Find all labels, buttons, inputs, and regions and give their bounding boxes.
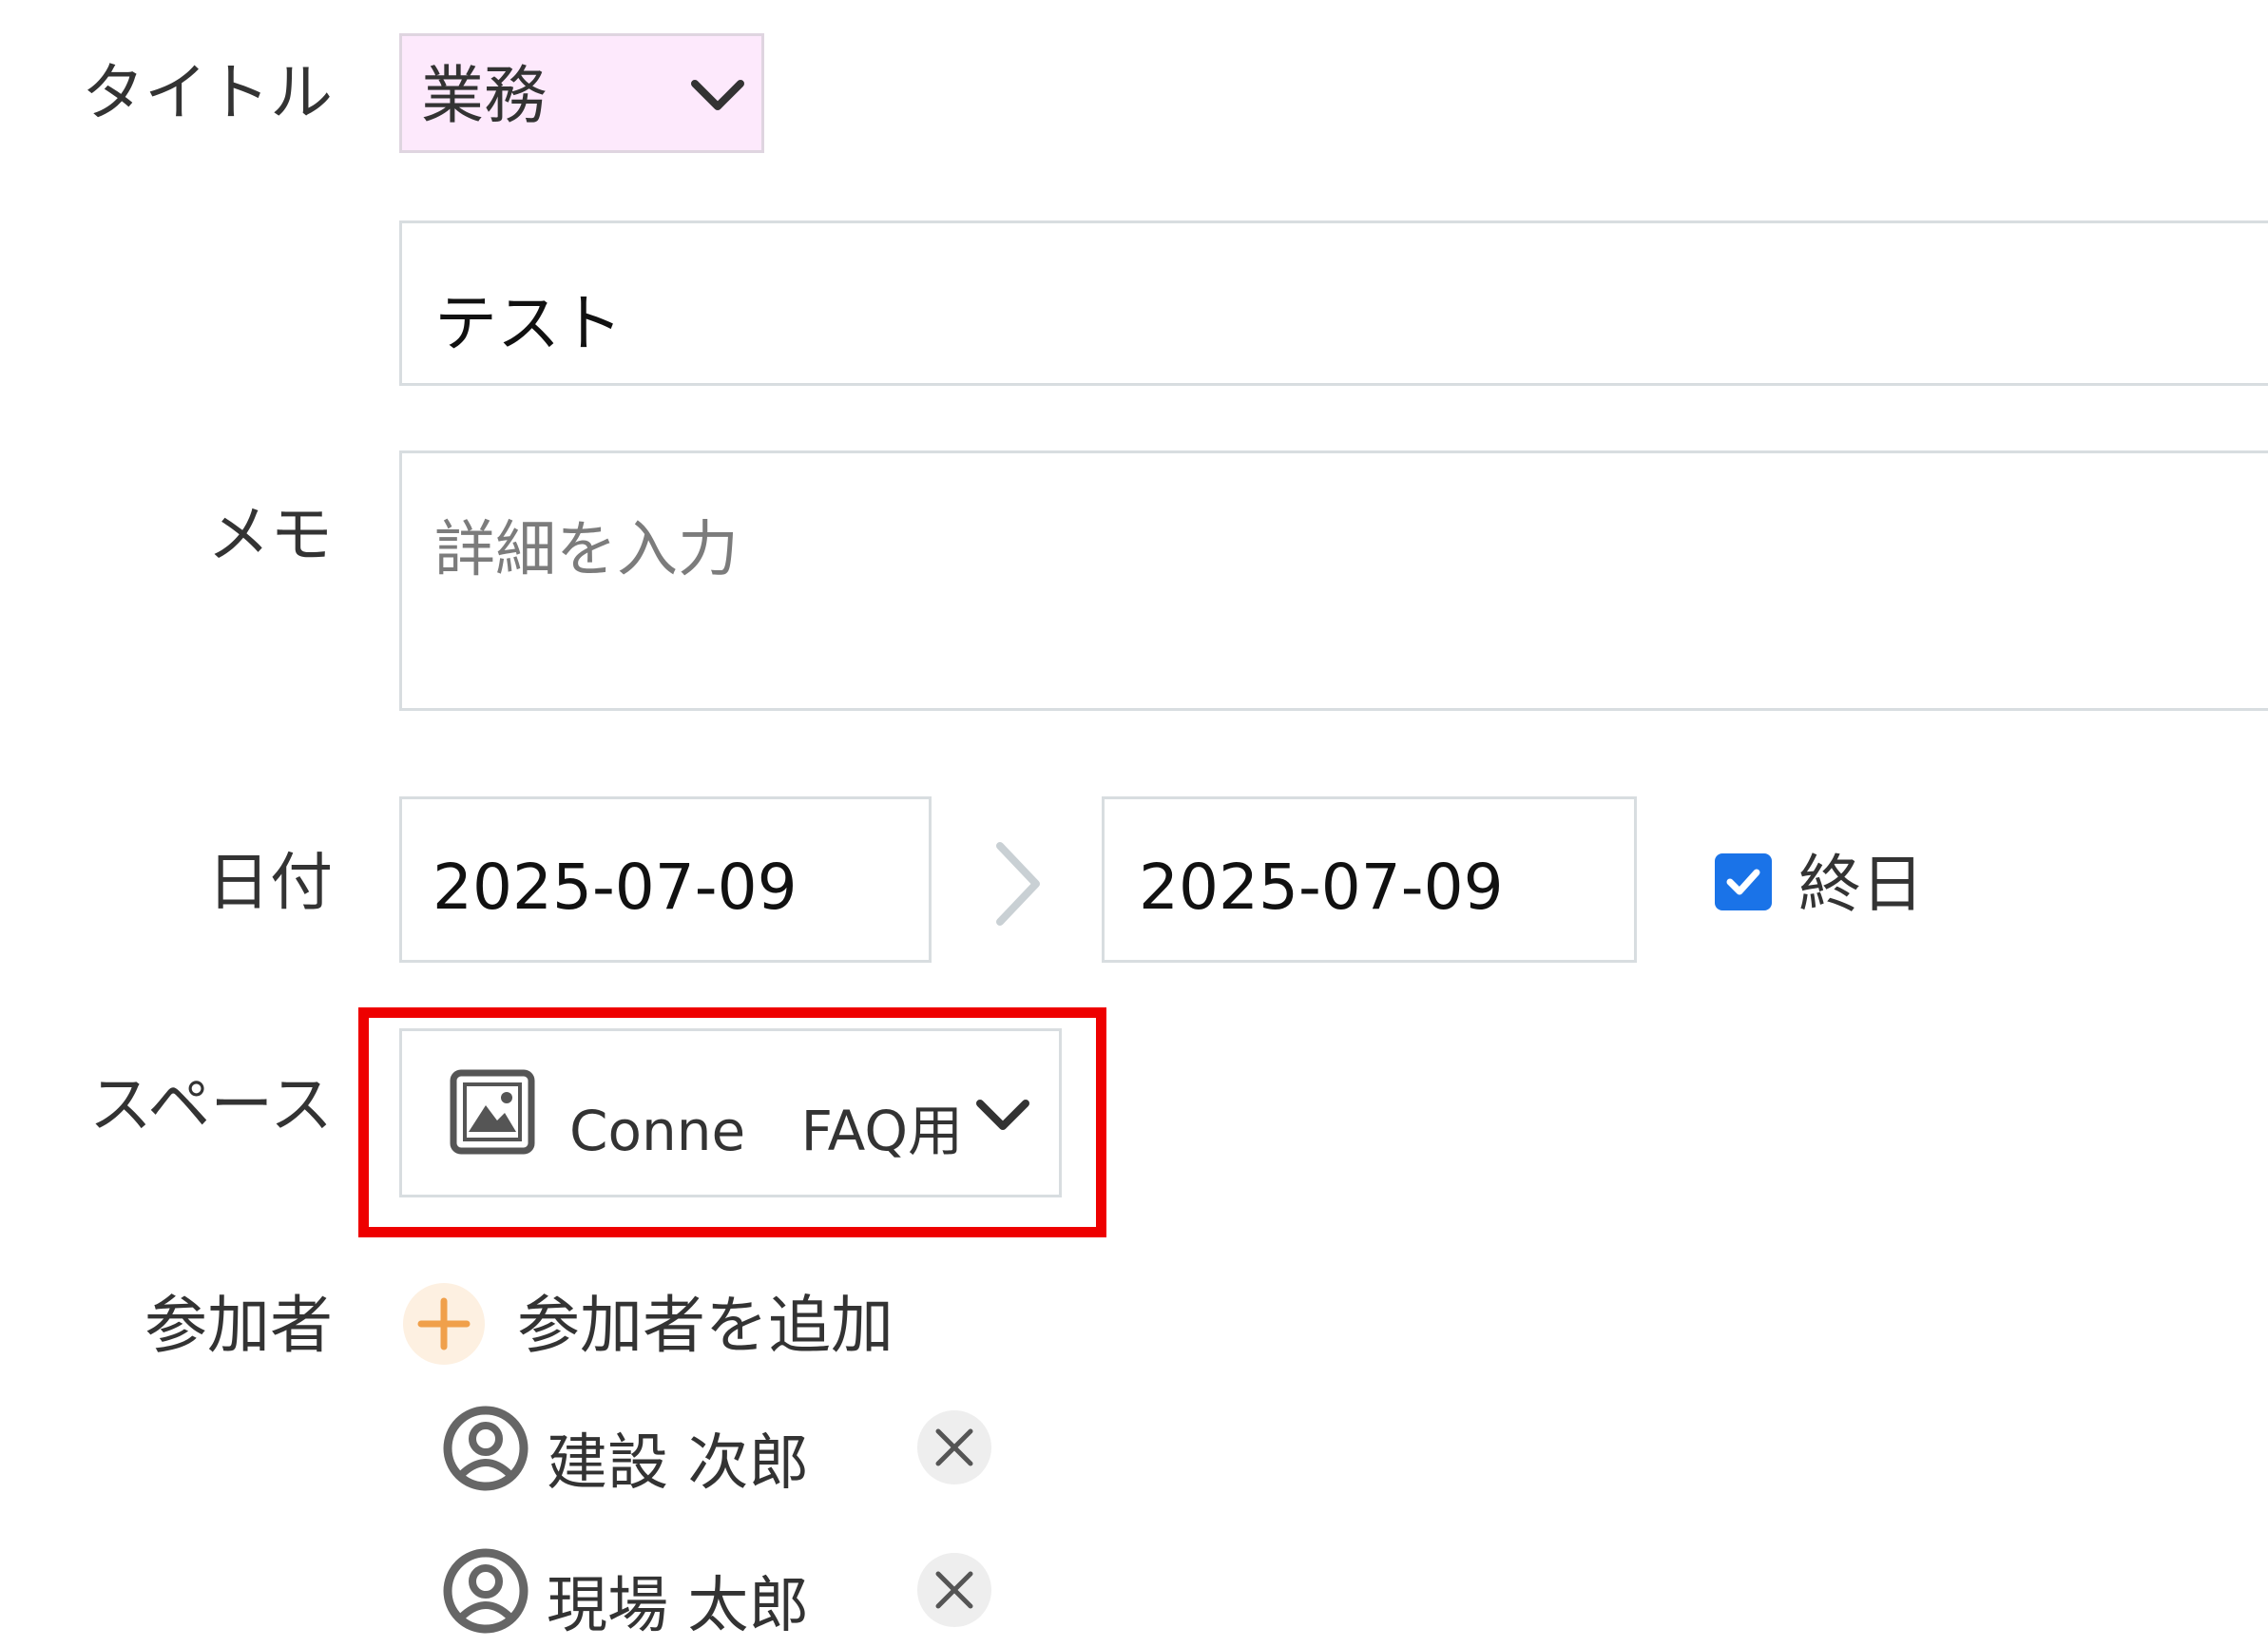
- remove-participant-button[interactable]: [917, 1410, 991, 1484]
- start-date-value: 2025-07-09: [432, 851, 798, 924]
- memo-label: メモ: [207, 498, 333, 571]
- memo-textarea[interactable]: 詳細を入力: [399, 450, 2268, 711]
- image-icon: [450, 1069, 535, 1155]
- date-label: 日付: [207, 846, 333, 919]
- add-participant-button[interactable]: 参加者を追加: [399, 1274, 932, 1378]
- participant-name: 建設 次郎: [547, 1428, 810, 1499]
- end-date-input[interactable]: 2025-07-09: [1102, 796, 1637, 963]
- space-name: Conne FAQ用: [569, 1099, 963, 1163]
- category-value: 業務: [421, 59, 547, 132]
- title-input-value: テスト: [434, 287, 623, 360]
- chevron-down-icon: [976, 1100, 1029, 1130]
- chevron-down-icon: [691, 80, 744, 110]
- category-select[interactable]: 業務: [399, 33, 764, 153]
- participant-item: 建設 次郎: [442, 1397, 1012, 1502]
- space-select[interactable]: Conne FAQ用: [399, 1028, 1062, 1197]
- participants-label: 参加者: [144, 1289, 333, 1362]
- participant-name: 現場 太郎: [547, 1571, 810, 1641]
- space-label: スペース: [88, 1068, 333, 1141]
- chevron-right-icon: [996, 842, 1040, 926]
- all-day-label: 終日: [1798, 848, 1924, 921]
- participant-item: 現場 太郎: [442, 1540, 1012, 1644]
- user-avatar-icon: [443, 1548, 529, 1634]
- user-avatar-icon: [443, 1406, 529, 1491]
- start-date-input[interactable]: 2025-07-09: [399, 796, 932, 963]
- title-input[interactable]: テスト: [399, 220, 2268, 386]
- title-label: タイトル: [82, 56, 333, 129]
- check-icon: [1726, 869, 1760, 895]
- add-participant-label: 参加者を追加: [517, 1289, 894, 1362]
- end-date-value: 2025-07-09: [1139, 851, 1504, 924]
- remove-participant-button[interactable]: [917, 1553, 991, 1627]
- plus-icon: [403, 1283, 485, 1365]
- all-day-checkbox[interactable]: [1715, 853, 1772, 910]
- close-icon: [935, 1571, 973, 1609]
- memo-placeholder: 詳細を入力: [434, 515, 739, 585]
- close-icon: [935, 1428, 973, 1466]
